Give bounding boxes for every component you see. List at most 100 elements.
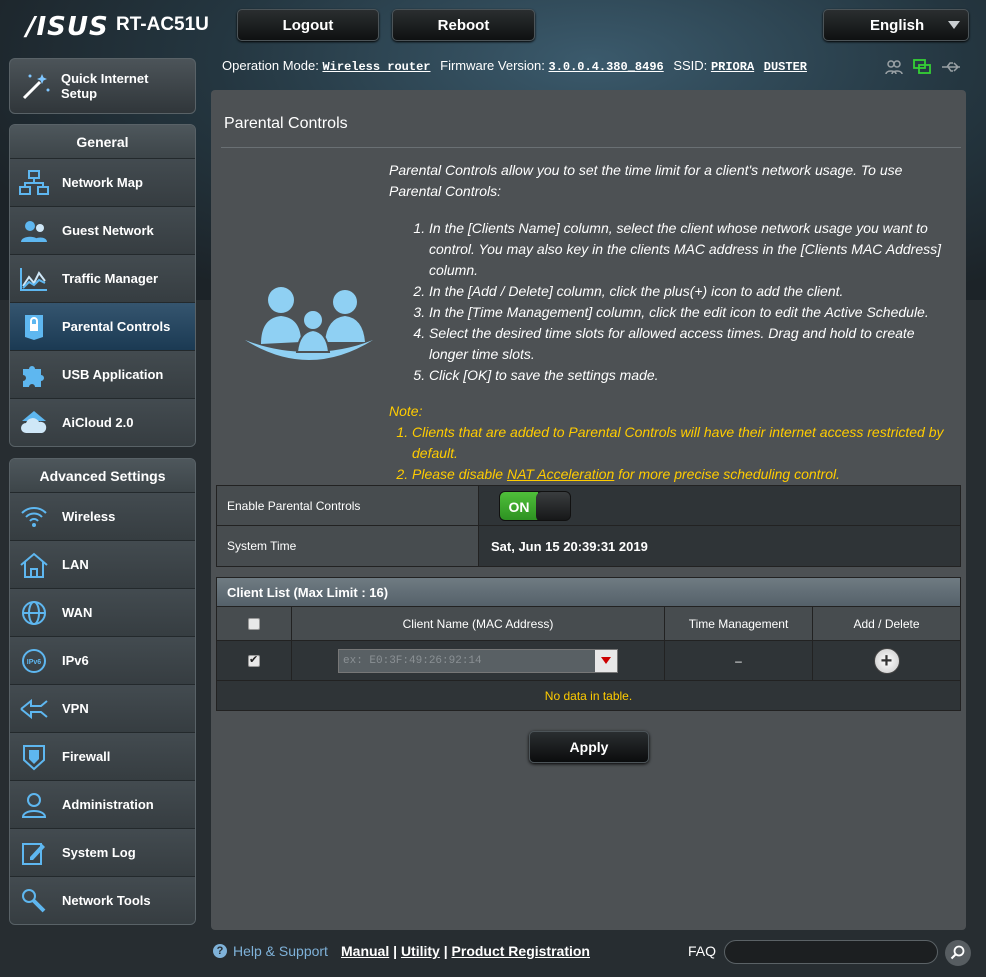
sidebar-item-label: Wireless	[62, 509, 116, 524]
general-menu: General Network Map Guest Network Traffi…	[9, 124, 196, 447]
enable-label: Enable Parental Controls	[217, 486, 479, 525]
step-item: In the [Time Management] column, click t…	[429, 302, 949, 323]
firmware-link[interactable]: 3.0.0.4.380_8496	[549, 60, 664, 74]
user-icon	[18, 789, 50, 821]
sidebar-item-parental-controls[interactable]: Parental Controls	[10, 302, 195, 350]
no-data-message: No data in table.	[217, 680, 960, 710]
enable-row: Enable Parental Controls ON	[217, 486, 960, 526]
sidebar-item-guest-network[interactable]: Guest Network	[10, 206, 195, 254]
ssid-label: SSID:	[673, 58, 708, 73]
sidebar-item-vpn[interactable]: VPN	[10, 684, 195, 732]
advanced-settings-title: Advanced Settings	[10, 459, 195, 492]
sidebar-item-label: WAN	[62, 605, 93, 620]
mac-address-input[interactable]	[339, 649, 594, 672]
step-item: In the [Clients Name] column, select the…	[429, 218, 949, 281]
note-block: Note: Clients that are added to Parental…	[389, 401, 949, 485]
sidebar-item-label: AiCloud 2.0	[62, 415, 134, 430]
firmware-label: Firmware Version:	[440, 58, 545, 73]
enable-toggle[interactable]: ON	[499, 490, 571, 521]
sidebar-item-aicloud[interactable]: AiCloud 2.0	[10, 398, 195, 446]
wrench-icon	[18, 885, 50, 917]
language-select[interactable]: English	[823, 9, 969, 41]
product-registration-link[interactable]: Product Registration	[452, 943, 590, 959]
note-text: Please disable	[412, 466, 504, 482]
faq-search-input[interactable]	[724, 940, 938, 964]
general-title: General	[10, 125, 195, 158]
step-item: In the [Add / Delete] column, click the …	[429, 281, 949, 302]
select-all-checkbox[interactable]	[248, 617, 260, 630]
client-list-table: Client List (Max Limit : 16) Client Name…	[216, 577, 961, 711]
home-icon	[18, 549, 50, 581]
sidebar-item-system-log[interactable]: System Log	[10, 828, 195, 876]
step-item: Click [OK] to save the settings made.	[429, 365, 949, 386]
client-combobox[interactable]	[338, 648, 618, 673]
row-checkbox-cell	[217, 641, 292, 680]
add-client-plus-icon[interactable]: +	[873, 647, 900, 674]
help-support-label: Help & Support	[233, 943, 328, 959]
toggle-state: ON	[500, 491, 538, 520]
vpn-icon	[18, 693, 50, 725]
traffic-manager-icon	[18, 263, 50, 295]
note-list: Clients that are added to Parental Contr…	[389, 422, 949, 485]
sidebar-item-label: Administration	[62, 797, 154, 812]
sidebar-item-usb-application[interactable]: USB Application	[10, 350, 195, 398]
row-checkbox[interactable]	[248, 653, 260, 667]
step-item: Select the desired time slots for allowe…	[429, 323, 949, 365]
manual-link[interactable]: Manual	[341, 943, 389, 959]
clients-icon[interactable]	[884, 58, 904, 76]
logout-button[interactable]: Logout	[237, 9, 379, 41]
parental-controls-icon	[18, 311, 50, 343]
help-support-link[interactable]: ? Help & Support	[213, 943, 328, 959]
page-title: Parental Controls	[224, 115, 348, 132]
sidebar-item-label: Firewall	[62, 749, 111, 764]
operation-mode-label: Operation Mode:	[222, 58, 319, 73]
usb-icon[interactable]	[940, 58, 962, 76]
column-header-add-delete: Add / Delete	[853, 616, 920, 631]
internet-status-icon[interactable]	[912, 58, 932, 76]
sidebar-item-label: Network Map	[62, 175, 143, 190]
utility-link[interactable]: Utility	[401, 943, 440, 959]
edit-log-icon	[18, 837, 50, 869]
note-item: Please disable NAT Acceleration for more…	[412, 464, 949, 485]
table-header-row: Client Name (MAC Address) Time Managemen…	[217, 606, 960, 640]
time-management-cell: –	[665, 641, 813, 680]
table-row: – +	[217, 640, 960, 680]
sidebar-item-traffic-manager[interactable]: Traffic Manager	[10, 254, 195, 302]
sidebar-item-network-map[interactable]: Network Map	[10, 158, 195, 206]
system-time-label: System Time	[217, 526, 479, 566]
chevron-down-icon[interactable]	[595, 649, 617, 672]
instruction-steps: In the [Clients Name] column, select the…	[429, 218, 949, 386]
ssid-link-2[interactable]: DUSTER	[764, 60, 807, 74]
client-list-title: Client List (Max Limit : 16)	[217, 578, 960, 606]
operation-mode-link[interactable]: Wireless router	[322, 60, 430, 74]
quick-internet-setup-button[interactable]: Quick Internet Setup	[9, 58, 196, 114]
settings-table: Enable Parental Controls ON System Time …	[216, 485, 961, 567]
search-icon[interactable]	[945, 940, 971, 966]
nat-acceleration-link[interactable]: NAT Acceleration	[507, 466, 614, 482]
faq-label: FAQ	[688, 943, 717, 959]
sidebar-item-firewall[interactable]: Firewall	[10, 732, 195, 780]
sidebar-item-label: Parental Controls	[62, 319, 171, 334]
sidebar-item-wireless[interactable]: Wireless	[10, 492, 195, 540]
footer-links: Manual | Utility | Product Registration	[341, 943, 590, 959]
network-map-icon	[18, 167, 50, 199]
column-header-time-management: Time Management	[665, 607, 813, 640]
advanced-settings-menu: Advanced Settings Wireless LAN WAN IPv6 …	[9, 458, 196, 925]
sidebar-item-wan[interactable]: WAN	[10, 588, 195, 636]
reboot-button[interactable]: Reboot	[392, 9, 535, 41]
sidebar-item-label: LAN	[62, 557, 89, 572]
footer: ? Help & Support Manual | Utility | Prod…	[0, 938, 986, 968]
intro-text: Parental Controls allow you to set the t…	[389, 162, 903, 199]
sidebar-item-network-tools[interactable]: Network Tools	[10, 876, 195, 924]
ssid-link-1[interactable]: PRIORA	[711, 60, 754, 74]
toggle-knob	[536, 491, 570, 520]
sidebar-item-label: System Log	[62, 845, 136, 860]
sidebar-item-lan[interactable]: LAN	[10, 540, 195, 588]
sidebar-item-label: VPN	[62, 701, 89, 716]
add-cell: +	[813, 641, 960, 680]
enable-value: ON	[479, 486, 960, 525]
sidebar-item-administration[interactable]: Administration	[10, 780, 195, 828]
sidebar-item-label: IPv6	[62, 653, 89, 668]
apply-button[interactable]: Apply	[529, 731, 649, 763]
sidebar-item-ipv6[interactable]: IPv6 IPv6	[10, 636, 195, 684]
